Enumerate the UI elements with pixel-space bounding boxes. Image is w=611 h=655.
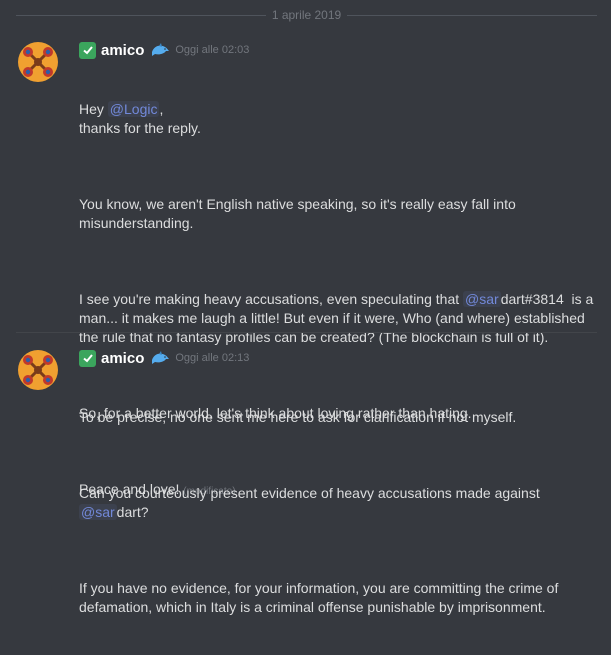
text-span: thanks for the reply. bbox=[79, 120, 201, 136]
text-span: I see you're making heavy accusations, e… bbox=[79, 291, 464, 307]
text-span: Hey bbox=[79, 101, 108, 117]
message-content: amico Oggi alle 02:13 To be precise, no … bbox=[79, 346, 603, 655]
message-separator bbox=[16, 332, 597, 333]
username[interactable]: amico bbox=[101, 350, 144, 367]
date-divider: 1 aprile 2019 bbox=[16, 6, 598, 24]
message-text: To be precise, no one sent me here to as… bbox=[79, 370, 603, 655]
message-paragraph: Hey @Logic, thanks for the reply. bbox=[79, 100, 603, 138]
divider-line-right bbox=[347, 14, 598, 16]
dolphin-emoji-icon bbox=[152, 43, 170, 56]
avatar[interactable] bbox=[18, 42, 58, 82]
divider-line-left bbox=[16, 14, 266, 16]
timestamp[interactable]: Oggi alle 02:03 bbox=[175, 44, 249, 56]
text-span: , bbox=[159, 101, 164, 117]
avatar[interactable] bbox=[18, 350, 58, 390]
message-paragraph: Can you courteously present evidence of … bbox=[79, 484, 603, 522]
message-paragraph: You know, we aren't English native speak… bbox=[79, 196, 516, 231]
mention-sardart[interactable]: @sar bbox=[463, 291, 501, 307]
message-paragraph: If you have no evidence, for your inform… bbox=[79, 580, 559, 615]
message-paragraph: I see you're making heavy accusations, e… bbox=[79, 290, 603, 347]
divider-date: 1 aprile 2019 bbox=[271, 8, 342, 22]
mention-sardart[interactable]: @sar bbox=[79, 504, 117, 520]
text-span: dart? bbox=[116, 504, 149, 520]
message-paragraph: To be precise, no one sent me here to as… bbox=[79, 409, 517, 425]
timestamp[interactable]: Oggi alle 02:13 bbox=[175, 352, 249, 364]
verified-check-icon bbox=[79, 41, 96, 59]
dolphin-emoji-icon bbox=[152, 351, 170, 364]
verified-check-icon bbox=[79, 349, 96, 367]
message-header: amico Oggi alle 02:03 bbox=[79, 38, 603, 62]
mention-logic[interactable]: @Logic bbox=[107, 101, 160, 117]
text-span: Can you courteously present evidence of … bbox=[79, 485, 540, 501]
message-header: amico Oggi alle 02:13 bbox=[79, 346, 603, 370]
username[interactable]: amico bbox=[101, 42, 144, 59]
